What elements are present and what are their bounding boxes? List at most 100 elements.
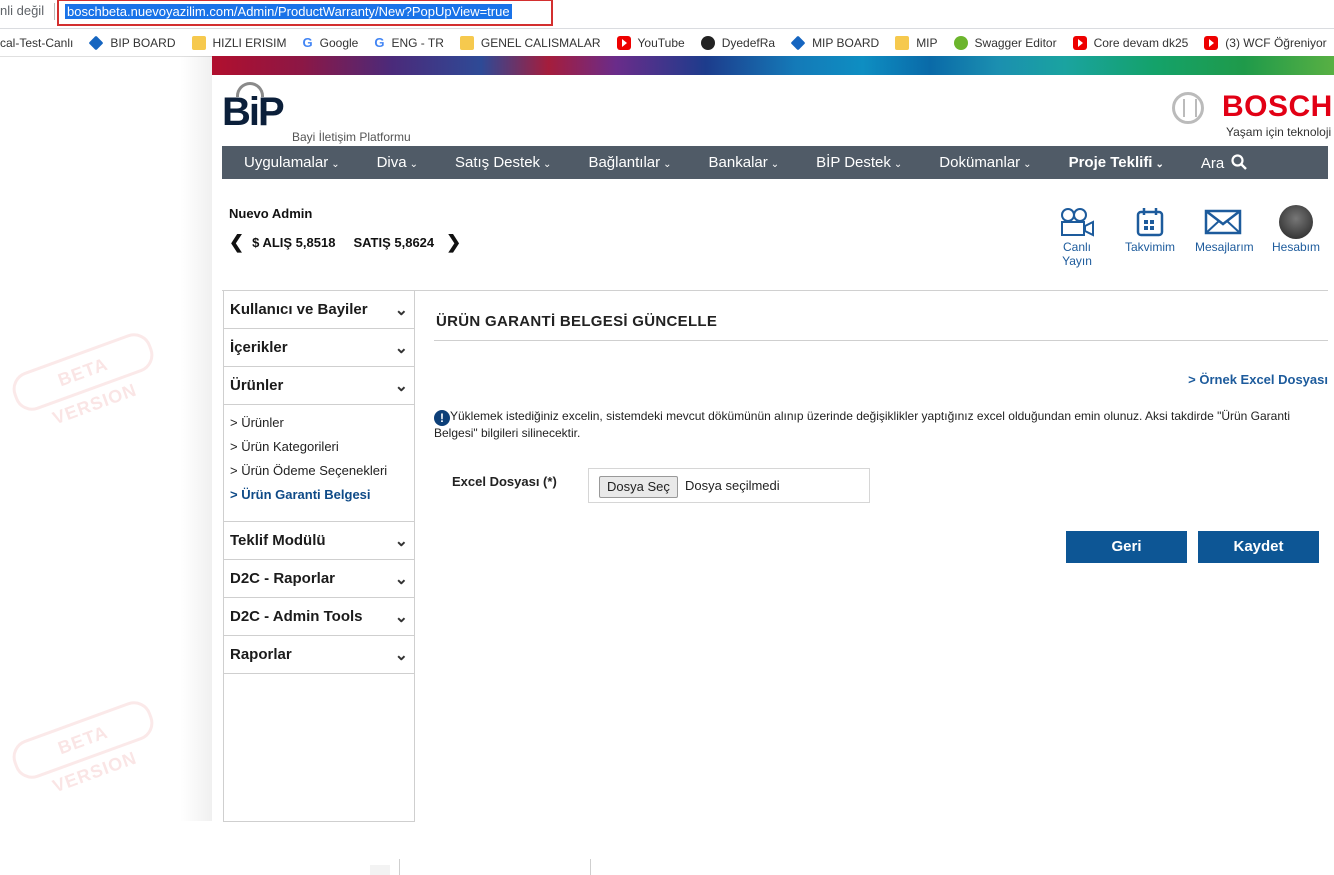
bookmark-item[interactable]: HIZLI ERISIM xyxy=(191,35,287,50)
sidebar-section-users[interactable]: Kullanıcı ve Bayiler ⌄ xyxy=(224,291,414,329)
nav-item-proje-teklifi[interactable]: Proje Teklifi ⌄ xyxy=(1069,154,1164,171)
bookmark-label: BIP BOARD xyxy=(110,35,176,50)
chevron-down-icon: ⌄ xyxy=(394,608,408,626)
bookmark-item[interactable]: DyedefRa xyxy=(700,35,776,50)
nav-label: Satış Destek xyxy=(455,154,541,171)
chevron-down-icon: ⌄ xyxy=(770,159,780,170)
sidebar-item-label: Ürünler xyxy=(241,415,284,430)
nav-item-bip-destek[interactable]: BİP Destek ⌄ xyxy=(816,154,902,171)
nav-label: Diva xyxy=(376,154,407,171)
bookmark-label: cal-Test-Canlı xyxy=(0,35,74,50)
bookmark-item[interactable]: BIP BOARD xyxy=(88,35,176,50)
url-highlight-box[interactable]: boschbeta.nuevoyazilim.com/Admin/Product… xyxy=(57,0,553,26)
bookmark-label: GENEL CALISMALAR xyxy=(480,35,601,50)
nav-search[interactable]: Ara xyxy=(1201,153,1248,172)
sidebar-item-label: Ürün Ödeme Seçenekleri xyxy=(241,463,388,478)
back-button[interactable]: Geri xyxy=(1066,531,1187,563)
folder-icon xyxy=(895,35,910,50)
sidebar-section-d2c-admin[interactable]: D2C - Admin Tools ⌄ xyxy=(224,598,414,636)
nav-item-bankalar[interactable]: Bankalar ⌄ xyxy=(709,154,780,171)
sidebar-section-products[interactable]: Ürünler ⌄ xyxy=(224,367,414,405)
security-status: nli değil xyxy=(0,3,45,18)
chevron-down-icon: ⌄ xyxy=(394,301,408,319)
bookmark-label: ENG - TR xyxy=(391,35,444,50)
chevron-left-icon[interactable]: ❮ xyxy=(229,232,244,253)
nav-label: Uygulamalar xyxy=(244,154,329,171)
sidebar: Kullanıcı ve Bayiler ⌄ İçerikler ⌄ Ürünler… xyxy=(223,291,415,822)
nav-label: Proje Teklifi xyxy=(1068,154,1153,171)
quick-link-label: Canlı Yayın xyxy=(1062,240,1092,268)
bookmark-label: MIP BOARD xyxy=(812,35,880,50)
diamond-icon xyxy=(790,35,806,50)
chevron-down-icon: ⌄ xyxy=(394,532,408,550)
bookmark-item[interactable]: Core devam dk25 xyxy=(1072,35,1188,50)
sidebar-section-d2c-reports[interactable]: D2C - Raporlar ⌄ xyxy=(224,560,414,598)
chevron-down-icon: ⌄ xyxy=(893,159,903,170)
envelope-icon xyxy=(1204,209,1242,235)
chevron-down-icon: ⌄ xyxy=(394,646,408,664)
folder-icon xyxy=(191,35,206,50)
bookmark-item[interactable]: G ENG - TR xyxy=(374,35,444,50)
chevron-right-icon[interactable]: ❯ xyxy=(446,232,461,253)
quick-link-live[interactable]: Canlı Yayın xyxy=(1049,206,1105,268)
divider xyxy=(54,3,55,20)
sidebar-item-payment-options[interactable]: > Ürün Ödeme Seçenekleri xyxy=(230,461,414,485)
nav-item-diva[interactable]: Diva ⌄ xyxy=(377,154,418,171)
youtube-icon xyxy=(1204,35,1219,50)
sidebar-item-label: Ürün Garanti Belgesi xyxy=(241,487,371,502)
sidebar-section-reports[interactable]: Raporlar ⌄ xyxy=(224,636,414,674)
page-shadow xyxy=(180,56,212,821)
sidebar-section-label: Kullanıcı ve Bayiler xyxy=(230,301,368,318)
bookmark-label: Google xyxy=(319,35,359,50)
beta-watermark: BETA VERSION xyxy=(7,696,159,796)
sidebar-item-categories[interactable]: > Ürün Kategorileri xyxy=(230,437,414,461)
sidebar-section-label: D2C - Raporlar xyxy=(230,570,336,587)
page-fragment xyxy=(370,865,390,875)
sidebar-item-products[interactable]: > Ürünler xyxy=(230,413,414,437)
bip-logo[interactable]: BiP Bayi İletişim Platformu xyxy=(222,82,411,157)
bookmark-item[interactable]: MIP xyxy=(895,35,938,50)
sidebar-item-warranty[interactable]: > Ürün Garanti Belgesi xyxy=(230,485,414,509)
sidebar-item-label: Ürün Kategorileri xyxy=(241,439,339,454)
quick-link-account[interactable]: Hesabım xyxy=(1268,205,1324,268)
sidebar-section-contents[interactable]: İçerikler ⌄ xyxy=(224,329,414,367)
bookmark-label: DyedefRa xyxy=(721,35,776,50)
file-status: Dosya seçilmedi xyxy=(685,478,780,493)
bookmark-label: HIZLI ERISIM xyxy=(212,35,287,50)
chevron-right-icon: > xyxy=(230,487,238,502)
sidebar-section-offer[interactable]: Teklif Modülü ⌄ xyxy=(224,522,414,560)
page-container: BiP Bayi İletişim Platformu BOSCH Yaşam … xyxy=(212,56,1334,822)
quick-link-label: Takvimim xyxy=(1125,240,1175,254)
save-button[interactable]: Kaydet xyxy=(1198,531,1319,563)
quick-links: Canlı Yayın Takvimim Mesajlarım Hesabım xyxy=(1032,205,1324,268)
sidebar-section-label: Raporlar xyxy=(230,646,292,663)
youtube-icon xyxy=(616,35,631,50)
quick-link-messages[interactable]: Mesajlarım xyxy=(1195,206,1254,268)
bookmark-item[interactable]: GENEL CALISMALAR xyxy=(459,35,601,50)
bookmark-item[interactable]: G Google xyxy=(303,35,359,50)
swagger-icon xyxy=(953,35,968,50)
bookmark-item[interactable]: (3) WCF Öğreniyor xyxy=(1204,35,1327,50)
video-camera-icon xyxy=(1061,208,1094,237)
nav-item-baglantilar[interactable]: Bağlantılar ⌄ xyxy=(588,154,671,171)
products-submenu: > Ürünler > Ürün Kategorileri > Ürün Öde… xyxy=(224,405,414,522)
exchange-rates: ❮ $ ALIŞ 5,8518 SATIŞ 5,8624 ❯ xyxy=(229,232,461,253)
nav-item-dokumanlar[interactable]: Dokümanlar ⌄ xyxy=(939,154,1031,171)
bookmark-item[interactable]: MIP BOARD xyxy=(790,35,880,50)
nav-item-uygulamalar[interactable]: Uygulamalar ⌄ xyxy=(244,154,340,171)
chevron-down-icon: ⌄ xyxy=(1155,159,1164,170)
browser-address-bar: nli değil boschbeta.nuevoyazilim.com/Adm… xyxy=(0,0,1334,29)
excel-file-input[interactable]: Dosya Seç Dosya seçilmedi xyxy=(588,468,870,503)
bookmark-item[interactable]: cal-Test-Canlı xyxy=(0,36,73,50)
sample-excel-link[interactable]: > Örnek Excel Dosyası xyxy=(1188,372,1328,387)
nav-label: Dokümanlar xyxy=(939,154,1021,171)
sidebar-section-label: Ürünler xyxy=(230,377,284,394)
nav-label: Bankalar xyxy=(708,154,768,171)
bookmark-label: Swagger Editor xyxy=(974,35,1057,50)
bookmark-item[interactable]: YouTube xyxy=(616,35,685,50)
nav-item-satis-destek[interactable]: Satış Destek ⌄ xyxy=(455,154,551,171)
choose-file-button[interactable]: Dosya Seç xyxy=(599,476,678,498)
bookmark-item[interactable]: Swagger Editor xyxy=(953,35,1057,50)
quick-link-calendar[interactable]: Takvimim xyxy=(1122,206,1178,268)
url-input[interactable]: boschbeta.nuevoyazilim.com/Admin/Product… xyxy=(65,4,512,19)
